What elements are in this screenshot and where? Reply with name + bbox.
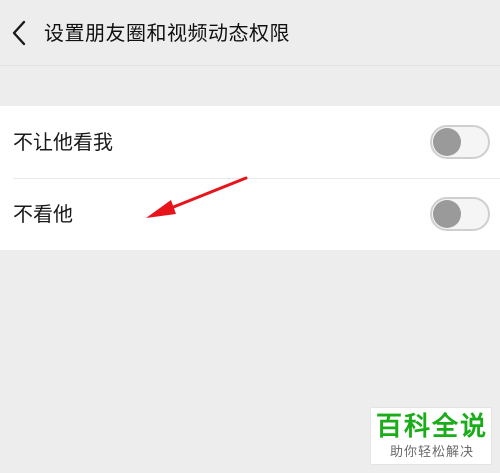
chevron-left-icon[interactable] <box>8 18 30 48</box>
watermark-title: 百科全说 <box>375 412 488 442</box>
toggle-knob <box>433 200 461 228</box>
page-title: 设置朋友圈和视频动态权限 <box>44 21 290 45</box>
toggle-knob <box>433 128 461 156</box>
setting-label-hide-their-moments: 不看他 <box>13 202 73 226</box>
top-navigation-bar: 设置朋友圈和视频动态权限 <box>0 0 500 66</box>
toggle-hide-their-moments[interactable] <box>430 197 490 231</box>
setting-label-hide-my-moments: 不让他看我 <box>13 130 113 154</box>
setting-row-hide-my-moments[interactable]: 不让他看我 <box>0 106 500 178</box>
permission-settings-list: 不让他看我 不看他 <box>0 106 500 250</box>
setting-row-hide-their-moments[interactable]: 不看他 <box>0 178 500 250</box>
toggle-hide-my-moments[interactable] <box>430 125 490 159</box>
watermark-subtitle: 助你轻松解决 <box>389 445 474 460</box>
watermark-logo: 百科全说 助你轻松解决 <box>370 407 492 465</box>
